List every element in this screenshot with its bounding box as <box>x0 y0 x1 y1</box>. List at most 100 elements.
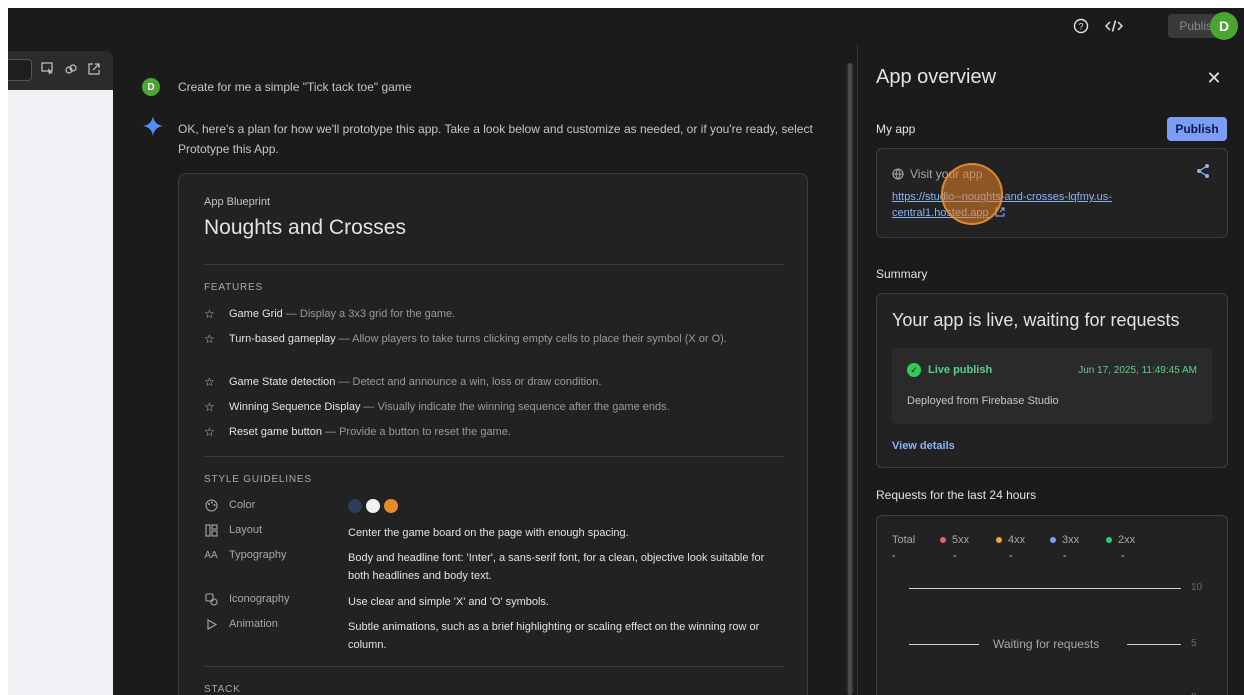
waiting-for-requests: Waiting for requests <box>993 637 1100 651</box>
legend-text: 5xx <box>952 534 970 546</box>
assistant-message: OK, here's a plan for how we'll prototyp… <box>178 122 813 156</box>
app-window: ? Publish D D Create for me a simple "Ti… <box>8 8 1244 695</box>
style-label: Typography <box>229 549 287 561</box>
help-circle-icon[interactable]: ? <box>1071 16 1091 36</box>
tick-label: 5 <box>1191 638 1197 649</box>
color-swatch <box>348 499 362 514</box>
style-row-color: Color <box>204 498 784 518</box>
gemini-sparkle-icon <box>143 116 163 136</box>
style-row-animation: Animation Subtle animations, such as a b… <box>204 617 784 651</box>
star-icon: ☆ <box>204 400 215 414</box>
feature-name: Reset game button <box>229 426 322 438</box>
style-value: Subtle animations, such as a brief highl… <box>348 621 760 651</box>
summary-label: Summary <box>876 267 928 281</box>
color-swatch <box>366 499 380 514</box>
share-icon[interactable] <box>1195 163 1213 181</box>
feature-desc: — Allow players to take turns clicking e… <box>335 333 727 345</box>
stack-heading: STACK <box>204 684 241 695</box>
preview-url-input[interactable] <box>8 59 32 81</box>
feature-item: ☆ Winning Sequence Display — Visually in… <box>204 398 784 416</box>
legend-text: 4xx <box>1008 534 1026 546</box>
features-heading: FEATURES <box>204 282 263 293</box>
visit-app-card: Visit your app https://studio--noughts-a… <box>876 148 1228 238</box>
check-circle-icon: ✓ <box>907 363 921 377</box>
preview-panel <box>8 51 113 695</box>
4xx-value: - <box>1009 550 1013 562</box>
avatar[interactable]: D <box>1210 12 1238 40</box>
feature-name: Game State detection <box>229 376 336 388</box>
style-value: Center the game board on the page with e… <box>348 527 629 539</box>
requests-chart-card: Total 5xx 4xx 3xx 2xx - - - - - 10 Waiti… <box>876 515 1228 695</box>
style-label: Layout <box>229 524 263 536</box>
style-label: Iconography <box>229 593 290 605</box>
close-icon[interactable]: ✕ <box>1204 68 1224 88</box>
feature-name: Game Grid <box>229 308 283 320</box>
style-row-layout: Layout Center the game board on the page… <box>204 523 784 543</box>
feature-desc: — Provide a button to reset the game. <box>321 426 511 438</box>
divider <box>204 264 784 265</box>
feature-item: ☆ Game Grid — Display a 3x3 grid for the… <box>204 305 784 323</box>
layout-icon <box>204 523 218 537</box>
2xx-value: - <box>1121 550 1125 562</box>
style-label: Color <box>229 499 256 511</box>
user-message: Create for me a simple "Tick tack toe" g… <box>178 80 412 94</box>
gridline <box>1127 644 1181 645</box>
typography-icon: AA <box>204 549 218 561</box>
select-element-icon[interactable] <box>40 61 56 77</box>
divider <box>204 456 784 457</box>
app-blueprint-card: App Blueprint Noughts and Crosses FEATUR… <box>178 173 808 695</box>
style-value: Body and headline font: 'Inter', a sans-… <box>348 552 765 582</box>
gridline <box>909 644 979 645</box>
deployed-from: Deployed from Firebase Studio <box>907 395 1059 407</box>
panel-title: App overview <box>876 66 997 88</box>
total-value: - <box>892 550 896 562</box>
requests-label: Requests for the last 24 hours <box>876 488 1037 502</box>
feature-item: ☆ Game State detection — Detect and anno… <box>204 373 784 391</box>
star-icon: ☆ <box>204 375 215 389</box>
app-url-link[interactable]: https://studio--noughts-and-crosses-lqfm… <box>892 189 1192 222</box>
gridline <box>909 588 1181 589</box>
chat-scrollbar-thumb[interactable] <box>848 63 852 695</box>
user-avatar: D <box>142 78 160 96</box>
style-row-iconography: Iconography Use clear and simple 'X' and… <box>204 592 784 612</box>
feature-item: ☆ Reset game button — Provide a button t… <box>204 423 784 441</box>
feature-name: Turn-based gameplay <box>229 333 336 345</box>
tick-label: 10 <box>1191 582 1203 593</box>
star-icon: ☆ <box>204 425 215 439</box>
blueprint-title: Noughts and Crosses <box>204 216 406 239</box>
svg-text:?: ? <box>1078 22 1083 32</box>
legend-text: 2xx <box>1118 534 1136 546</box>
feature-desc: — Detect and announce a win, loss or dra… <box>335 376 602 388</box>
publish-button[interactable]: Publish <box>1167 117 1227 141</box>
legend-text: 3xx <box>1062 534 1080 546</box>
iconography-icon <box>204 592 218 606</box>
3xx-value: - <box>1063 550 1067 562</box>
open-external-icon[interactable] <box>86 61 102 77</box>
publish-timestamp: Jun 17, 2025, 11:49:45 AM <box>1078 365 1197 376</box>
play-icon <box>204 617 218 631</box>
legend-total: Total <box>892 534 916 546</box>
summary-title: Your app is live, waiting for requests <box>892 310 1180 330</box>
legend-dot <box>1050 537 1056 544</box>
globe-icon <box>892 168 904 183</box>
style-value: Use clear and simple 'X' and 'O' symbols… <box>348 596 549 608</box>
legend-3xx: 3xx <box>1050 534 1079 546</box>
legend-dot <box>996 537 1002 544</box>
blueprint-label: App Blueprint <box>204 196 271 208</box>
legend-dot <box>1106 537 1112 544</box>
live-publish-box: ✓ Live publish Jun 17, 2025, 11:49:45 AM… <box>892 348 1212 424</box>
color-swatches <box>348 497 788 515</box>
app-overview-panel: App overview ✕ My app Publish Visit your… <box>858 44 1244 695</box>
feature-item: ☆ Turn-based gameplay — Allow players to… <box>204 330 784 348</box>
style-row-typography: AA Typography Body and headline font: 'I… <box>204 548 784 582</box>
legend-dot <box>940 537 946 544</box>
legend-5xx: 5xx <box>940 534 969 546</box>
feature-name: Winning Sequence Display <box>229 401 361 413</box>
view-details-link[interactable]: View details <box>892 440 955 452</box>
preview-canvas[interactable] <box>8 90 113 695</box>
link-icon[interactable] <box>63 61 79 77</box>
my-app-label: My app <box>876 122 916 136</box>
summary-card: Your app is live, waiting for requests ✓… <box>876 293 1228 468</box>
click-indicator <box>941 163 1003 225</box>
code-icon[interactable] <box>1104 16 1124 36</box>
